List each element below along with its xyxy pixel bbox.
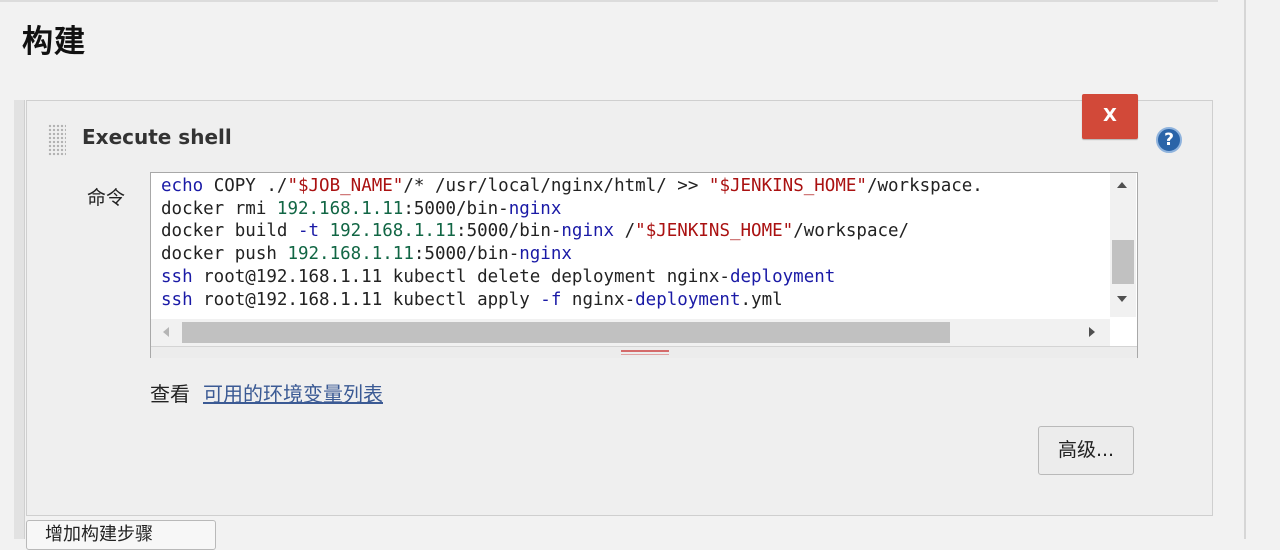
env-vars-prefix: 查看	[150, 382, 190, 406]
delete-step-button[interactable]: X	[1082, 94, 1138, 139]
command-line: ssh root@192.168.1.11 kubectl delete dep…	[161, 266, 836, 287]
command-line: docker rmi 192.168.1.11:5000/bin-nginx	[161, 198, 562, 219]
command-line: docker build -t 192.168.1.11:5000/bin-ng…	[161, 221, 910, 242]
right-divider	[1244, 0, 1246, 539]
horizontal-scroll-thumb[interactable]	[182, 322, 950, 343]
resize-grip-icon	[621, 350, 669, 352]
add-build-step-button[interactable]: 增加构建步骤	[26, 520, 216, 550]
help-icon[interactable]: ?	[1156, 127, 1182, 153]
panel-title: Execute shell	[82, 125, 232, 149]
advanced-button[interactable]: 高级...	[1038, 426, 1134, 475]
scroll-right-icon[interactable]	[1089, 327, 1095, 337]
command-line: ssh root@192.168.1.11 kubectl apply -f n…	[161, 289, 783, 310]
scroll-left-icon[interactable]	[163, 327, 169, 337]
resize-grip-icon-line	[621, 354, 669, 355]
left-rail	[14, 100, 25, 539]
drag-handle-icon[interactable]	[48, 124, 66, 156]
command-text[interactable]: echo COPY ./"$JOB_NAME"/* /usr/local/ngi…	[161, 175, 1109, 317]
textarea-resize-handle[interactable]	[151, 346, 1137, 358]
command-line: echo COPY ./"$JOB_NAME"/* /usr/local/ngi…	[161, 176, 983, 196]
scroll-down-icon[interactable]	[1117, 296, 1127, 302]
top-divider	[0, 0, 1218, 2]
env-vars-link[interactable]: 可用的环境变量列表	[203, 378, 383, 407]
command-line: docker push 192.168.1.11:5000/bin-nginx	[161, 244, 572, 265]
scroll-up-icon[interactable]	[1117, 182, 1127, 188]
vertical-scroll-thumb[interactable]	[1112, 240, 1134, 284]
command-label: 命令	[87, 187, 126, 209]
section-title: 构建	[22, 24, 86, 60]
